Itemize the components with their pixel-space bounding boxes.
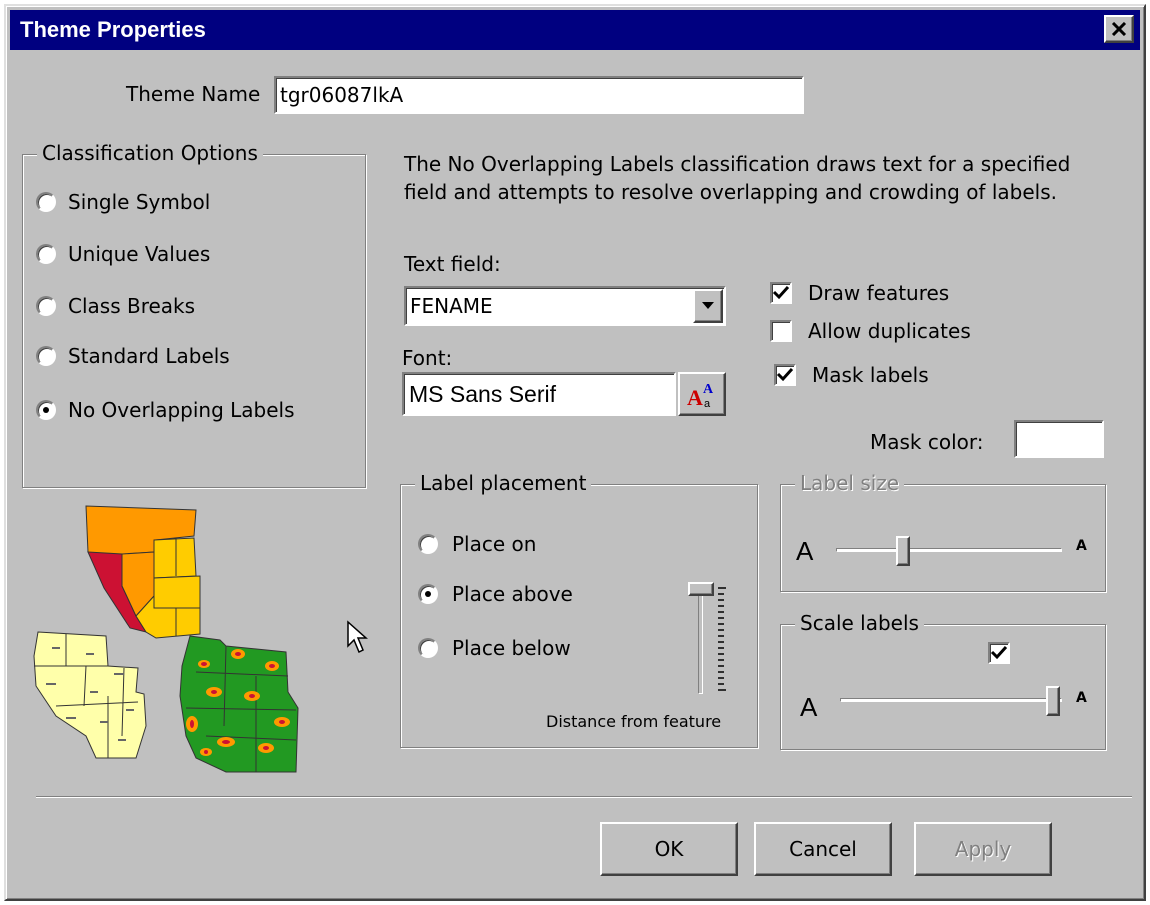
font-field[interactable]: MS Sans Serif: [402, 372, 676, 416]
single-symbol-label[interactable]: Single Symbol: [68, 190, 210, 214]
distance-slider[interactable]: [686, 578, 730, 698]
class-breaks-label[interactable]: Class Breaks: [68, 294, 195, 318]
radio-class-breaks[interactable]: [36, 296, 56, 316]
apply-button[interactable]: Apply: [914, 822, 1052, 876]
theme-name-input[interactable]: tgr06087lkA: [274, 76, 804, 114]
radio-no-overlapping-labels[interactable]: [36, 400, 56, 420]
radio-place-above[interactable]: [418, 584, 438, 604]
dropdown-button[interactable]: [693, 289, 723, 323]
scale-labels-small-glyph: A: [800, 692, 818, 722]
description-line-1: The No Overlapping Labels classification…: [404, 152, 1071, 176]
font-picker-icon: A A a: [687, 382, 714, 410]
theme-name-label: Theme Name: [126, 82, 261, 106]
draw-features-label[interactable]: Draw features: [808, 281, 949, 305]
apply-button-label: Apply: [954, 837, 1012, 861]
allow-duplicates-label[interactable]: Allow duplicates: [808, 319, 971, 343]
label-placement-title: Label placement: [415, 471, 592, 495]
label-size-large-glyph: A: [1076, 538, 1087, 554]
check-icon: [772, 285, 790, 300]
svg-text:a: a: [704, 398, 711, 410]
close-button[interactable]: [1104, 15, 1134, 43]
mask-labels-checkbox[interactable]: [774, 364, 796, 386]
radio-unique-values[interactable]: [36, 244, 56, 264]
text-field-dropdown[interactable]: FENAME: [404, 286, 726, 326]
label-size-small-glyph: A: [796, 536, 814, 566]
font-value: MS Sans Serif: [409, 381, 556, 407]
map-preview-top: [85, 505, 201, 639]
check-icon: [990, 645, 1008, 660]
radio-place-below[interactable]: [418, 638, 438, 658]
scale-labels-title: Scale labels: [795, 611, 924, 635]
svg-text:A: A: [687, 385, 703, 410]
label-size-thumb[interactable]: [896, 536, 910, 566]
scale-labels-slider[interactable]: [840, 684, 1066, 718]
scale-labels-checkbox[interactable]: [988, 642, 1010, 664]
chevron-down-icon: [702, 302, 714, 309]
ok-button-label: OK: [654, 837, 684, 861]
theme-properties-dialog: Theme Properties Theme Name tgr06087lkA …: [4, 4, 1146, 901]
radio-place-on[interactable]: [418, 534, 438, 554]
mask-color-label: Mask color:: [870, 430, 984, 454]
label-size-title: Label size: [795, 471, 905, 495]
close-icon: [1111, 22, 1127, 36]
map-preview-image: [33, 505, 299, 773]
window-title: Theme Properties: [20, 17, 206, 42]
no-overlapping-labels-label[interactable]: No Overlapping Labels: [68, 398, 295, 422]
unique-values-label[interactable]: Unique Values: [68, 242, 210, 266]
classification-options-title: Classification Options: [37, 141, 263, 165]
slider-ticks: [718, 587, 726, 691]
allow-duplicates-checkbox[interactable]: [770, 320, 792, 342]
font-label: Font:: [402, 346, 453, 370]
scale-labels-thumb[interactable]: [1046, 686, 1060, 716]
place-below-label[interactable]: Place below: [452, 636, 571, 660]
mouse-cursor-icon: [347, 620, 368, 654]
scale-labels-track: [840, 698, 1062, 702]
cancel-button[interactable]: Cancel: [754, 822, 892, 876]
scale-labels-large-glyph: A: [1076, 690, 1087, 706]
label-size-slider[interactable]: [836, 534, 1066, 568]
standard-labels-label[interactable]: Standard Labels: [68, 344, 230, 368]
text-field-value: FENAME: [410, 294, 493, 318]
mask-labels-label[interactable]: Mask labels: [812, 363, 929, 387]
ok-button[interactable]: OK: [600, 822, 738, 876]
svg-text:A: A: [703, 382, 714, 397]
theme-name-value: tgr06087lkA: [280, 83, 404, 107]
radio-single-symbol[interactable]: [36, 192, 56, 212]
map-preview-right: [179, 635, 299, 773]
slider-thumb[interactable]: [688, 582, 714, 596]
font-picker-button[interactable]: A A a: [678, 372, 726, 416]
description-line-2: field and attempts to resolve overlappin…: [404, 180, 1057, 204]
check-icon: [776, 367, 794, 382]
title-bar[interactable]: Theme Properties: [10, 10, 1140, 50]
distance-caption: Distance from feature: [546, 712, 722, 731]
radio-standard-labels[interactable]: [36, 346, 56, 366]
draw-features-checkbox[interactable]: [770, 282, 792, 304]
mask-color-swatch[interactable]: [1014, 420, 1104, 458]
text-field-label: Text field:: [404, 252, 501, 276]
place-above-label[interactable]: Place above: [452, 582, 573, 606]
cancel-button-label: Cancel: [789, 837, 857, 861]
label-size-track: [836, 548, 1062, 552]
map-preview-left: [33, 631, 147, 759]
slider-track: [698, 586, 703, 694]
place-on-label[interactable]: Place on: [452, 532, 536, 556]
footer-separator: [36, 796, 1132, 798]
